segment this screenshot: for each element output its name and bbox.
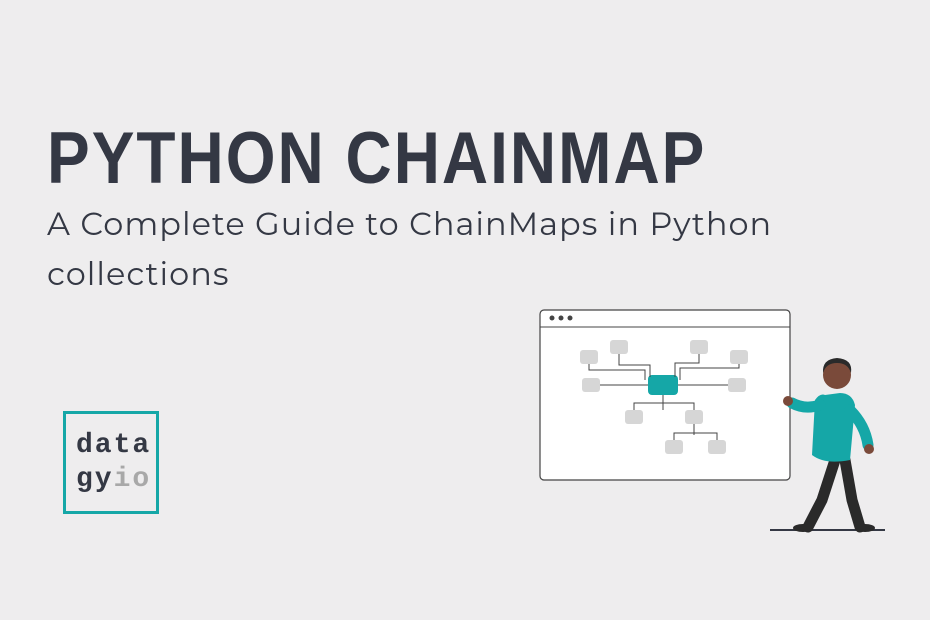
page-title: PYTHON CHAINMAP	[47, 115, 706, 200]
logo-line-2: gyio	[76, 463, 146, 497]
page-subtitle: A Complete Guide to ChainMaps in Python …	[47, 200, 877, 299]
logo-line-1: data	[76, 429, 146, 463]
datagy-logo: data gyio	[63, 411, 159, 514]
hero-illustration	[530, 305, 890, 535]
